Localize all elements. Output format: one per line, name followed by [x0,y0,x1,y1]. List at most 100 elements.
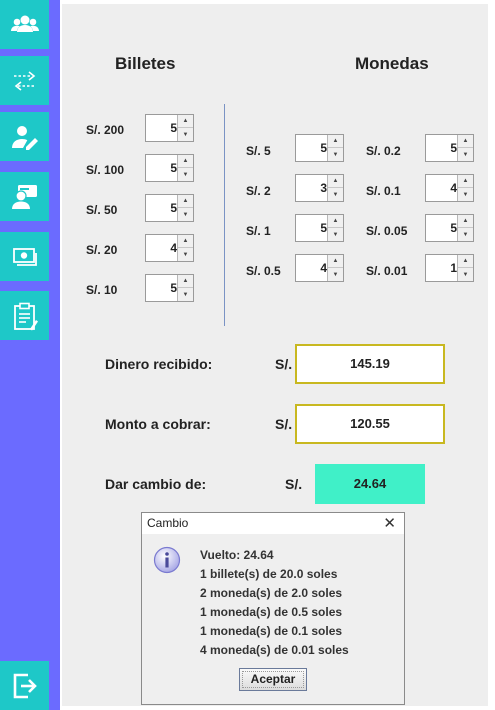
sidebar-item-user-card[interactable] [0,172,49,221]
sidebar-item-users[interactable] [0,0,49,49]
spinner-value: 4 [320,261,327,275]
spinner-value: 5 [170,161,177,175]
moneda-spinner-0-1[interactable]: 4 ▲ ▼ [425,174,474,202]
spinner-down-icon[interactable]: ▼ [178,288,193,301]
spinner-up-icon[interactable]: ▲ [458,135,473,148]
spinner-down-icon[interactable]: ▼ [178,248,193,261]
user-edit-icon [11,125,38,150]
billete-label-50: S/. 50 [86,203,118,217]
moneda-spinner-0-05[interactable]: 5 ▲ ▼ [425,214,474,242]
info-icon [153,546,181,574]
spinner-down-icon[interactable]: ▼ [458,148,473,161]
sidebar-item-cash[interactable] [0,232,49,281]
charge-currency: S/. [275,416,293,432]
spinner-up-icon[interactable]: ▲ [178,275,193,288]
dialog-message-line: 1 moneda(s) de 0.1 soles [200,624,343,638]
spinner-value: 4 [170,241,177,255]
spinner-down-icon[interactable]: ▼ [328,228,343,241]
dialog-message-line: Vuelto: 24.64 [200,548,274,562]
sidebar-item-user-edit[interactable] [0,112,49,161]
spinner-value: 5 [170,281,177,295]
moneda-label-2: S/. 2 [246,184,271,198]
sidebar [0,0,60,710]
moneda-spinner-2[interactable]: 3 ▲ ▼ [295,174,344,202]
spinner-value: 5 [320,221,327,235]
transfer-icon [13,70,36,91]
dialog-message-line: 1 billete(s) de 20.0 soles [200,567,338,581]
section-divider [224,104,225,326]
accept-button[interactable]: Aceptar [239,668,307,691]
spinner-value: 5 [170,201,177,215]
change-currency: S/. [285,476,303,492]
spinner-down-icon[interactable]: ▼ [178,208,193,221]
sidebar-item-report[interactable] [0,291,49,340]
spinner-up-icon[interactable]: ▲ [328,255,343,268]
moneda-label-0-2: S/. 0.2 [366,144,401,158]
billete-spinner-20[interactable]: 4 ▲ ▼ [145,234,194,262]
sidebar-item-transfer[interactable] [0,56,49,105]
billete-label-20: S/. 20 [86,243,118,257]
spinner-up-icon[interactable]: ▲ [328,175,343,188]
spinner-up-icon[interactable]: ▲ [328,135,343,148]
spinner-value: 4 [450,181,457,195]
received-amount-field[interactable]: 145.19 [295,344,445,384]
spinner-down-icon[interactable]: ▼ [328,148,343,161]
spinner-value: 5 [320,141,327,155]
spinner-up-icon[interactable]: ▲ [178,115,193,128]
users-icon [10,15,39,32]
close-icon[interactable]: ✕ [383,515,396,532]
moneda-label-0-05: S/. 0.05 [366,224,408,238]
moneda-label-0-5: S/. 0.5 [246,264,281,278]
dialog-title: Cambio [147,516,189,530]
moneda-spinner-0-2[interactable]: 5 ▲ ▼ [425,134,474,162]
billete-label-100: S/. 100 [86,163,125,177]
user-card-icon [11,184,37,209]
spinner-up-icon[interactable]: ▲ [458,175,473,188]
spinner-up-icon[interactable]: ▲ [328,215,343,228]
moneda-label-0-1: S/. 0.1 [366,184,401,198]
change-amount-display: 24.64 [315,464,425,504]
sidebar-item-logout[interactable] [0,661,49,710]
billete-spinner-10[interactable]: 5 ▲ ▼ [145,274,194,302]
billete-spinner-200[interactable]: 5 ▲ ▼ [145,114,194,142]
change-dialog: Cambio ✕ Vuelto: 24.64 1 billete(s) de 2… [141,512,405,705]
spinner-value: 1 [450,261,457,275]
dialog-message-line: 4 moneda(s) de 0.01 soles [200,643,349,657]
logout-icon [13,673,37,698]
spinner-value: 5 [450,221,457,235]
spinner-down-icon[interactable]: ▼ [178,168,193,181]
spinner-down-icon[interactable]: ▼ [178,128,193,141]
received-label: Dinero recibido: [105,356,213,372]
spinner-value: 5 [170,121,177,135]
spinner-value: 5 [450,141,457,155]
billetes-title: Billetes [115,54,176,73]
change-label: Dar cambio de: [105,476,207,492]
moneda-spinner-0-01[interactable]: 1 ▲ ▼ [425,254,474,282]
spinner-down-icon[interactable]: ▼ [458,268,473,281]
moneda-spinner-5[interactable]: 5 ▲ ▼ [295,134,344,162]
spinner-down-icon[interactable]: ▼ [458,188,473,201]
moneda-spinner-0-5[interactable]: 4 ▲ ▼ [295,254,344,282]
spinner-up-icon[interactable]: ▲ [178,235,193,248]
billete-label-10: S/. 10 [86,283,118,297]
charge-amount-field[interactable]: 120.55 [295,404,445,444]
monedas-title: Monedas [355,54,429,73]
billete-label-200: S/. 200 [86,123,125,137]
spinner-up-icon[interactable]: ▲ [178,155,193,168]
moneda-label-0-01: S/. 0.01 [366,264,408,278]
spinner-value: 3 [320,181,327,195]
billete-spinner-50[interactable]: 5 ▲ ▼ [145,194,194,222]
charge-label: Monto a cobrar: [105,416,211,432]
spinner-down-icon[interactable]: ▼ [458,228,473,241]
moneda-label-5: S/. 5 [246,144,271,158]
spinner-up-icon[interactable]: ▲ [178,195,193,208]
billete-spinner-100[interactable]: 5 ▲ ▼ [145,154,194,182]
received-currency: S/. [275,356,293,372]
spinner-down-icon[interactable]: ▼ [328,188,343,201]
spinner-up-icon[interactable]: ▲ [458,215,473,228]
dialog-message-line: 1 moneda(s) de 0.5 soles [200,605,343,619]
spinner-down-icon[interactable]: ▼ [328,268,343,281]
moneda-spinner-1[interactable]: 5 ▲ ▼ [295,214,344,242]
cash-icon [12,247,37,266]
spinner-up-icon[interactable]: ▲ [458,255,473,268]
